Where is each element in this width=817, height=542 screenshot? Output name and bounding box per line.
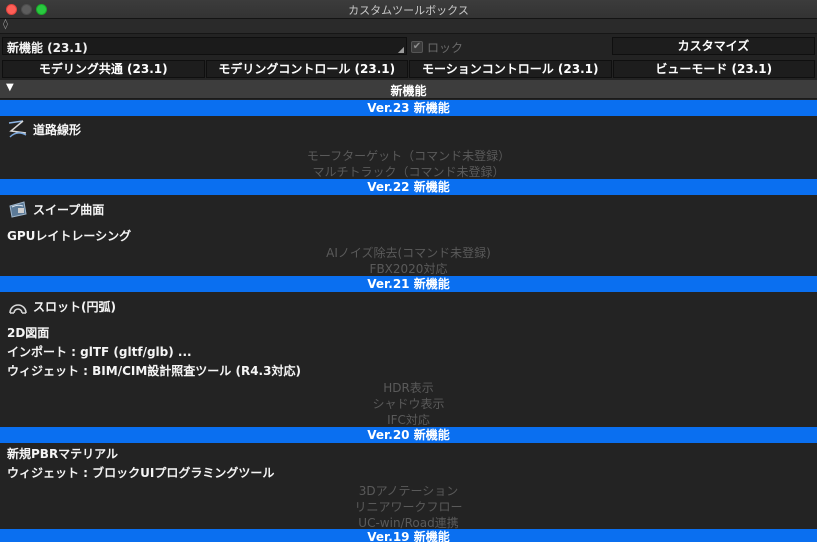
toolbar-row: 新機能 (23.1) ◢ ✔ ロック カスタマイズ (0, 35, 817, 58)
title-bar[interactable]: カスタムツールボックス (0, 0, 817, 19)
version-header-23: Ver.23 新機能 (0, 100, 817, 116)
panel-grip-bar[interactable]: ◊ (0, 19, 817, 34)
road-alignment-icon (8, 120, 27, 138)
lock-checkbox[interactable]: ✔ (411, 41, 423, 53)
disabled-tool-linear-workflow: リニアワークフロー (354, 500, 463, 514)
tool-label: 道路線形 (33, 122, 82, 137)
tool-sweep-surface[interactable]: スイープ曲面 (7, 198, 104, 220)
tool-2d-drawing[interactable]: 2D図面 (7, 324, 49, 341)
section-header-new-features[interactable]: ▼ 新機能 (0, 80, 817, 99)
disabled-tool-multitrack: マルチトラック（コマンド未登録） (312, 165, 505, 179)
version-header-22: Ver.22 新機能 (0, 179, 817, 195)
disabled-tool-morph-target: モーフターゲット（コマンド未登録） (306, 149, 511, 163)
dropdown-arrow-icon: ◢ (397, 45, 404, 54)
tool-widget-bim-cim[interactable]: ウィジェット : BIM/CIM設計照査ツール (R4.3対応) (7, 362, 301, 379)
tool-label: スロット(円弧) (33, 299, 116, 314)
disabled-tool-hdr: HDR表示 (383, 381, 434, 395)
lock-label: ロック (427, 40, 464, 55)
custom-toolbox-window: カスタムツールボックス ◊ 新機能 (23.1) ◢ ✔ ロック カスタマイズ … (0, 0, 817, 542)
toolbox-tab-bar: モデリング共通 (23.1) モデリングコントロール (23.1) モーションコ… (2, 60, 815, 78)
section-title: 新機能 (390, 84, 427, 98)
disabled-tool-ifc: IFC対応 (387, 413, 430, 427)
sweep-surface-icon (9, 201, 27, 218)
lock-toggle[interactable]: ✔ ロック (411, 39, 463, 55)
tool-widget-block-ui[interactable]: ウィジェット : ブロックUIプログラミングツール (7, 464, 274, 481)
tab-modeling-common[interactable]: モデリング共通 (23.1) (2, 60, 205, 78)
version-header-20: Ver.20 新機能 (0, 427, 817, 443)
tool-gpu-raytracing[interactable]: GPUレイトレーシング (7, 227, 131, 244)
disabled-tool-ai-denoise: AIノイズ除去(コマンド未登録) (326, 246, 491, 260)
disabled-tool-3d-annotation: 3Dアノテーション (358, 484, 459, 498)
tool-new-pbr-material[interactable]: 新規PBRマテリアル (7, 445, 118, 462)
tool-road-alignment[interactable]: 道路線形 (7, 118, 81, 140)
dropdown-value: 新機能 (23.1) (7, 41, 88, 55)
toolbox-set-dropdown[interactable]: 新機能 (23.1) ◢ (2, 37, 407, 55)
customize-button[interactable]: カスタマイズ (612, 37, 815, 55)
disabled-tool-fbx2020: FBX2020対応 (369, 262, 448, 276)
tool-slot-arc[interactable]: スロット(円弧) (7, 295, 116, 317)
tab-motion-control[interactable]: モーションコントロール (23.1) (409, 60, 612, 78)
version-header-21: Ver.21 新機能 (0, 276, 817, 292)
tool-import-gltf[interactable]: インポート : glTF (gltf/glb) ... (7, 343, 192, 360)
tool-list: Ver.23 新機能 道路線形 モーフターゲット（コマンド未登録） マルチトラッ… (0, 100, 817, 542)
window-title: カスタムツールボックス (348, 4, 469, 17)
tool-label: スイープ曲面 (33, 202, 105, 217)
tab-modeling-control[interactable]: モデリングコントロール (23.1) (205, 60, 408, 78)
slot-arc-icon (9, 304, 27, 314)
version-header-19: Ver.19 新機能 (0, 529, 817, 542)
tab-view-mode[interactable]: ビューモード (23.1) (612, 60, 815, 78)
diamond-grip-icon[interactable]: ◊ (3, 19, 8, 30)
disabled-tool-shadow: シャドウ表示 (372, 397, 445, 411)
